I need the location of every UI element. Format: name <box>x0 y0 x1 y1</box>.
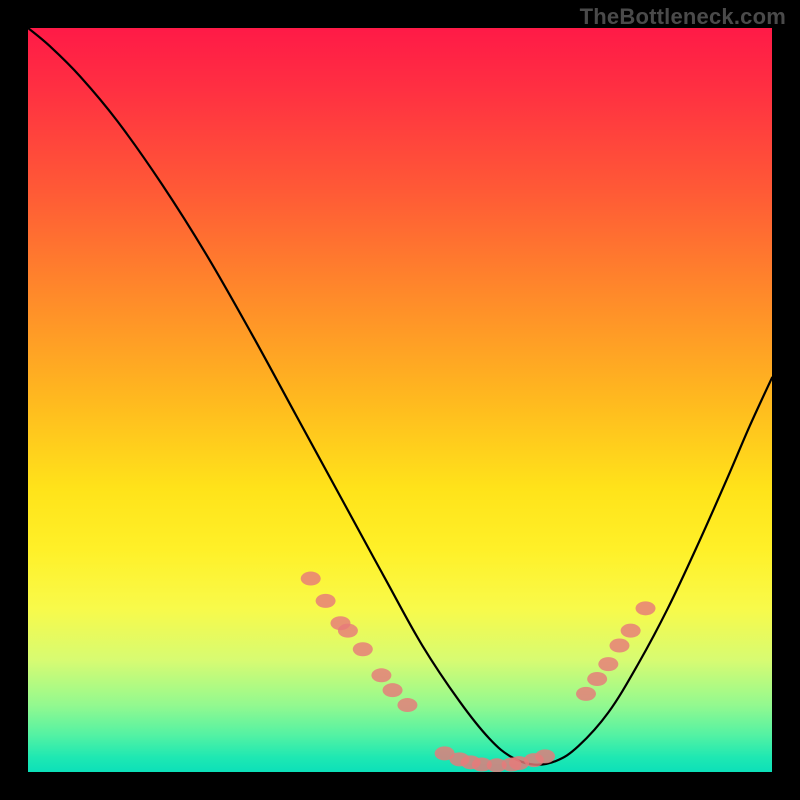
data-marker <box>353 642 373 656</box>
data-marker <box>609 639 629 653</box>
plot-area <box>28 28 772 772</box>
markers-left <box>301 572 418 712</box>
data-marker <box>383 683 403 697</box>
data-marker <box>636 601 656 615</box>
data-marker <box>535 749 555 763</box>
markers-right <box>576 601 656 701</box>
data-marker <box>316 594 336 608</box>
data-marker <box>397 698 417 712</box>
chart-frame: TheBottleneck.com <box>0 0 800 800</box>
data-marker <box>587 672 607 686</box>
chart-svg <box>28 28 772 772</box>
data-marker <box>576 687 596 701</box>
bottleneck-curve <box>28 28 772 765</box>
data-marker <box>338 624 358 638</box>
markers-bottom <box>435 746 555 772</box>
data-marker <box>621 624 641 638</box>
watermark-text: TheBottleneck.com <box>580 4 786 30</box>
data-marker <box>301 572 321 586</box>
data-marker <box>598 657 618 671</box>
data-marker <box>371 668 391 682</box>
